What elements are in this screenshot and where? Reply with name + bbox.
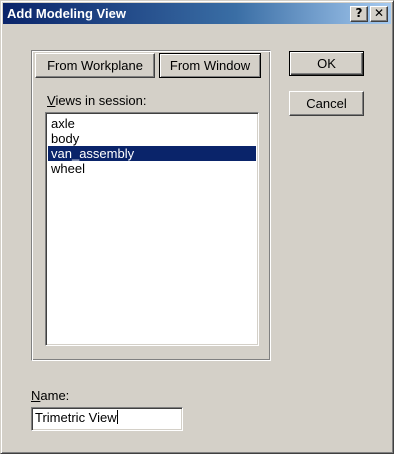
name-input-value: Trimetric View bbox=[35, 410, 117, 425]
name-label-text: ame: bbox=[40, 388, 70, 403]
list-item[interactable]: body bbox=[48, 131, 256, 146]
cancel-button[interactable]: Cancel bbox=[289, 91, 364, 116]
views-label-text: iews in session: bbox=[55, 93, 147, 108]
list-item[interactable]: axle bbox=[48, 116, 256, 131]
from-window-button[interactable]: From Window bbox=[159, 53, 261, 78]
from-workplane-button[interactable]: From Workplane bbox=[35, 53, 155, 78]
views-in-session-label: Views in session: bbox=[47, 93, 146, 108]
name-label: Name: bbox=[31, 388, 69, 403]
name-input[interactable]: Trimetric View bbox=[31, 407, 183, 431]
close-button[interactable]: ✕ bbox=[370, 6, 388, 22]
ok-button[interactable]: OK bbox=[289, 51, 364, 76]
name-label-mnemonic: N bbox=[31, 388, 41, 403]
views-listbox[interactable]: axle body van_assembly wheel bbox=[45, 112, 259, 346]
dialog-title: Add Modeling View bbox=[7, 6, 126, 21]
title-bar[interactable]: Add Modeling View ? ✕ bbox=[3, 3, 391, 24]
text-caret bbox=[116, 410, 118, 424]
list-item[interactable]: wheel bbox=[48, 161, 256, 176]
add-modeling-view-dialog: Add Modeling View ? ✕ OK Cancel From Wor… bbox=[0, 0, 394, 454]
help-button[interactable]: ? bbox=[350, 6, 368, 22]
list-item-selected[interactable]: van_assembly bbox=[48, 146, 256, 161]
